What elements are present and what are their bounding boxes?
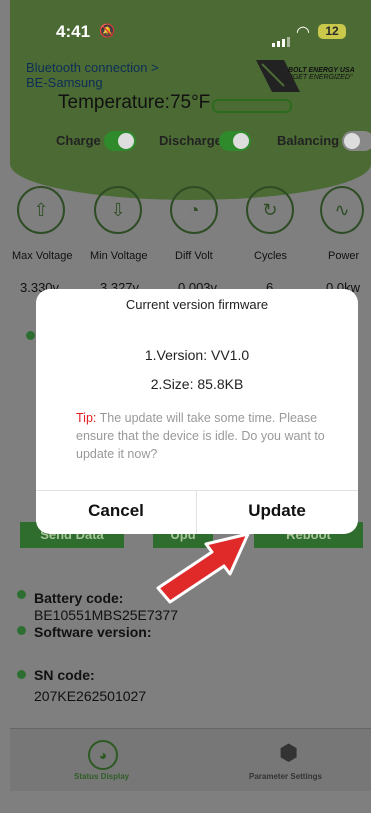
update-button[interactable]: Update <box>197 501 357 521</box>
balancing-label: Balancing <box>277 133 340 148</box>
temperature-readout: Temperature:75°F <box>58 92 211 113</box>
tip-label: Tip: <box>76 411 97 425</box>
gauge-icon: ◔ <box>170 186 218 234</box>
temperature-bar <box>212 99 292 113</box>
status-dot <box>26 331 35 340</box>
diff-volt-label: Diff Volt <box>175 250 213 262</box>
tab-status-display[interactable]: Status Display <box>74 772 129 781</box>
cycle-icon: ↻ <box>246 186 294 234</box>
update-tip: Tip: The update will take some time. Ple… <box>76 409 346 463</box>
sn-code-label: SN code: <box>34 667 95 683</box>
min-voltage-icon: ⇩ <box>94 186 142 234</box>
max-voltage-label: Max Voltage <box>12 250 73 262</box>
battery-icon: 12 <box>318 24 346 39</box>
sn-code-dot <box>17 670 26 679</box>
battery-code-dot <box>17 590 26 599</box>
charge-toggle[interactable] <box>104 131 136 151</box>
balancing-toggle[interactable] <box>342 131 371 151</box>
software-version-label: Software version: <box>34 624 152 640</box>
cycles-label: Cycles <box>254 250 288 262</box>
tab-bar <box>10 728 371 791</box>
silent-bell-icon: 🔕 <box>99 23 116 38</box>
sn-code-value: 207KE262501027 <box>34 688 147 704</box>
signal-icon <box>272 29 292 47</box>
status-display-icon[interactable]: ◕ <box>88 740 118 770</box>
power-label: Power <box>328 250 360 262</box>
wifi-icon: ◠ <box>296 24 310 41</box>
cancel-button[interactable]: Cancel <box>36 501 196 521</box>
power-icon: ∿ <box>320 186 364 234</box>
dialog-divider <box>36 490 358 491</box>
gear-icon[interactable]: ⬢ <box>279 740 298 766</box>
min-voltage-label: Min Voltage <box>90 250 148 262</box>
max-voltage-icon: ⇧ <box>17 186 65 234</box>
firmware-size: 2.Size: 85.8KB <box>150 376 244 392</box>
brand-name: BOLT ENERGY USA "GET ENERGIZED" <box>288 67 355 81</box>
discharge-toggle[interactable] <box>219 131 251 151</box>
software-version-dot <box>17 626 26 635</box>
tip-text: The update will take some time. Please e… <box>76 411 325 461</box>
clock: 4:41 <box>56 22 91 41</box>
pointer-arrow <box>156 532 250 604</box>
discharge-label: Discharge <box>159 133 222 148</box>
tab-parameter-settings[interactable]: Parameter Settings <box>249 772 322 781</box>
bluetooth-connection-link[interactable]: Bluetooth connection > BE-Samsung <box>26 60 159 90</box>
dialog-title: Current version firmware <box>125 297 269 312</box>
firmware-update-dialog: Current version firmware 1.Version: VV1.… <box>36 289 358 534</box>
charge-label: Charge <box>56 133 101 148</box>
firmware-version: 1.Version: VV1.0 <box>144 347 250 363</box>
